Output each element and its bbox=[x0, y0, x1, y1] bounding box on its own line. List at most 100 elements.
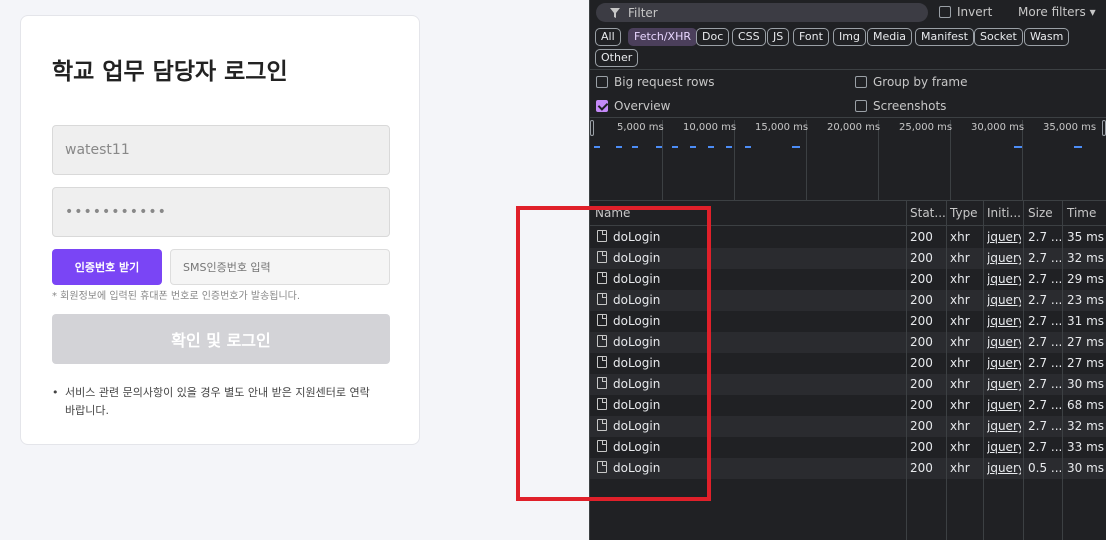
request-initiator[interactable]: jquery. bbox=[987, 251, 1021, 265]
type-chip-doc[interactable]: Doc bbox=[696, 28, 730, 46]
table-row[interactable]: doLogin 200 xhr jquery. 0.5 ... 30 ms bbox=[590, 458, 1106, 479]
type-chip-media[interactable]: Media bbox=[867, 28, 913, 46]
group-by-frame-checkbox[interactable] bbox=[855, 76, 867, 88]
request-name[interactable]: doLogin bbox=[613, 272, 903, 286]
request-initiator[interactable]: jquery. bbox=[987, 377, 1021, 391]
table-row[interactable]: doLogin 200 xhr jquery. 2.7 ... 33 ms bbox=[590, 437, 1106, 458]
chevron-down-icon: ▾ bbox=[1089, 5, 1096, 19]
request-time: 27 ms bbox=[1067, 335, 1105, 349]
request-initiator[interactable]: jquery. bbox=[987, 335, 1021, 349]
overview-checkbox[interactable] bbox=[596, 100, 608, 112]
table-row[interactable]: doLogin 200 xhr jquery. 2.7 ... 23 ms bbox=[590, 290, 1106, 311]
filter-input[interactable] bbox=[628, 5, 918, 21]
confirm-login-button[interactable]: 확인 및 로그인 bbox=[52, 314, 390, 364]
request-time: 32 ms bbox=[1067, 419, 1105, 433]
request-name[interactable]: doLogin bbox=[613, 377, 903, 391]
request-initiator[interactable]: jquery. bbox=[987, 419, 1021, 433]
type-chip-socket[interactable]: Socket bbox=[974, 28, 1023, 46]
request-initiator[interactable]: jquery. bbox=[987, 356, 1021, 370]
table-row[interactable]: doLogin 200 xhr jquery. 2.7 ... 27 ms bbox=[590, 332, 1106, 353]
request-type: xhr bbox=[950, 251, 970, 265]
help-text: 서비스 관련 문의사항이 있을 경우 별도 안내 받은 지원센터로 연락 바랍니… bbox=[52, 384, 382, 420]
column-header-time[interactable]: Time bbox=[1067, 206, 1096, 220]
table-row[interactable]: doLogin 200 xhr jquery. 2.7 ... 30 ms bbox=[590, 374, 1106, 395]
type-chip-all[interactable]: All bbox=[595, 28, 621, 46]
request-type: xhr bbox=[950, 440, 970, 454]
sms-code-input[interactable] bbox=[170, 249, 390, 285]
column-divider[interactable] bbox=[906, 201, 907, 540]
column-header-size[interactable]: Size bbox=[1028, 206, 1053, 220]
document-icon bbox=[597, 440, 607, 452]
filter-box[interactable] bbox=[596, 3, 928, 22]
column-header-type[interactable]: Type bbox=[950, 206, 978, 220]
type-chip-img[interactable]: Img bbox=[833, 28, 866, 46]
table-row[interactable]: doLogin 200 xhr jquery. 2.7 ... 68 ms bbox=[590, 395, 1106, 416]
overview-right-handle[interactable] bbox=[1102, 120, 1106, 136]
big-request-rows-option[interactable]: Big request rows bbox=[596, 75, 715, 89]
request-type: xhr bbox=[950, 356, 970, 370]
request-initiator[interactable]: jquery. bbox=[987, 230, 1021, 244]
request-initiator[interactable]: jquery. bbox=[987, 461, 1021, 475]
table-row[interactable]: doLogin 200 xhr jquery. 2.7 ... 32 ms bbox=[590, 416, 1106, 437]
type-chip-wasm[interactable]: Wasm bbox=[1024, 28, 1070, 46]
document-icon bbox=[597, 230, 607, 242]
table-row[interactable]: doLogin 200 xhr jquery. 2.7 ... 29 ms bbox=[590, 269, 1106, 290]
request-name[interactable]: doLogin bbox=[613, 251, 903, 265]
timeline-overview[interactable]: 5,000 ms 10,000 ms 15,000 ms 20,000 ms 2… bbox=[590, 118, 1106, 200]
request-initiator[interactable]: jquery. bbox=[987, 314, 1021, 328]
request-status: 200 bbox=[910, 335, 933, 349]
table-row[interactable]: doLogin 200 xhr jquery. 2.7 ... 27 ms bbox=[590, 353, 1106, 374]
screenshots-option[interactable]: Screenshots bbox=[855, 99, 946, 113]
request-name[interactable]: doLogin bbox=[613, 356, 903, 370]
login-card: 학교 업무 담당자 로그인 인증번호 받기 * 회원정보에 입력된 휴대폰 번호… bbox=[20, 15, 420, 445]
column-divider[interactable] bbox=[1062, 201, 1063, 540]
request-name[interactable]: doLogin bbox=[613, 230, 903, 244]
screenshots-checkbox[interactable] bbox=[855, 100, 867, 112]
request-type: xhr bbox=[950, 398, 970, 412]
column-divider[interactable] bbox=[983, 201, 984, 540]
type-chip-other[interactable]: Other bbox=[595, 49, 639, 67]
type-chip-manifest[interactable]: Manifest bbox=[915, 28, 974, 46]
overview-option[interactable]: Overview bbox=[596, 99, 671, 113]
request-name[interactable]: doLogin bbox=[613, 461, 903, 475]
invert-toggle[interactable]: Invert bbox=[939, 5, 992, 19]
table-row[interactable]: doLogin 200 xhr jquery. 2.7 ... 31 ms bbox=[590, 311, 1106, 332]
request-initiator[interactable]: jquery. bbox=[987, 293, 1021, 307]
type-chip-css[interactable]: CSS bbox=[732, 28, 766, 46]
invert-checkbox[interactable] bbox=[939, 6, 951, 18]
request-name[interactable]: doLogin bbox=[613, 335, 903, 349]
request-name[interactable]: doLogin bbox=[613, 293, 903, 307]
column-divider[interactable] bbox=[1023, 201, 1024, 540]
column-header-initiator[interactable]: Initi... bbox=[987, 206, 1021, 220]
timeline-label: 30,000 ms bbox=[971, 122, 1025, 133]
request-name[interactable]: doLogin bbox=[613, 419, 903, 433]
request-initiator[interactable]: jquery. bbox=[987, 440, 1021, 454]
column-header-name[interactable]: Name bbox=[595, 206, 630, 220]
table-header: Name Stat... Type Initi... Size Time bbox=[590, 201, 1106, 226]
table-row[interactable]: doLogin 200 xhr jquery. 2.7 ... 35 ms bbox=[590, 227, 1106, 248]
big-request-rows-checkbox[interactable] bbox=[596, 76, 608, 88]
type-chip-js[interactable]: JS bbox=[767, 28, 790, 46]
user-id-input[interactable] bbox=[52, 125, 390, 175]
request-name[interactable]: doLogin bbox=[613, 440, 903, 454]
request-name[interactable]: doLogin bbox=[613, 314, 903, 328]
request-mark bbox=[1074, 146, 1082, 148]
request-initiator[interactable]: jquery. bbox=[987, 398, 1021, 412]
overview-left-handle[interactable] bbox=[590, 120, 594, 136]
request-initiator[interactable]: jquery. bbox=[987, 272, 1021, 286]
request-status: 200 bbox=[910, 440, 933, 454]
column-header-status[interactable]: Stat... bbox=[910, 206, 946, 220]
group-by-frame-option[interactable]: Group by frame bbox=[855, 75, 967, 89]
request-size: 2.7 ... bbox=[1028, 293, 1061, 307]
type-chip-font[interactable]: Font bbox=[793, 28, 829, 46]
password-input[interactable] bbox=[52, 187, 390, 237]
request-status: 200 bbox=[910, 377, 933, 391]
request-mark bbox=[616, 146, 622, 148]
document-icon bbox=[597, 293, 607, 305]
request-name[interactable]: doLogin bbox=[613, 398, 903, 412]
column-divider[interactable] bbox=[946, 201, 947, 540]
table-row[interactable]: doLogin 200 xhr jquery. 2.7 ... 32 ms bbox=[590, 248, 1106, 269]
type-chip-fetch-xhr[interactable]: Fetch/XHR bbox=[628, 28, 697, 46]
request-auth-code-button[interactable]: 인증번호 받기 bbox=[52, 249, 162, 285]
more-filters-dropdown[interactable]: More filters ▾ bbox=[1018, 5, 1096, 19]
